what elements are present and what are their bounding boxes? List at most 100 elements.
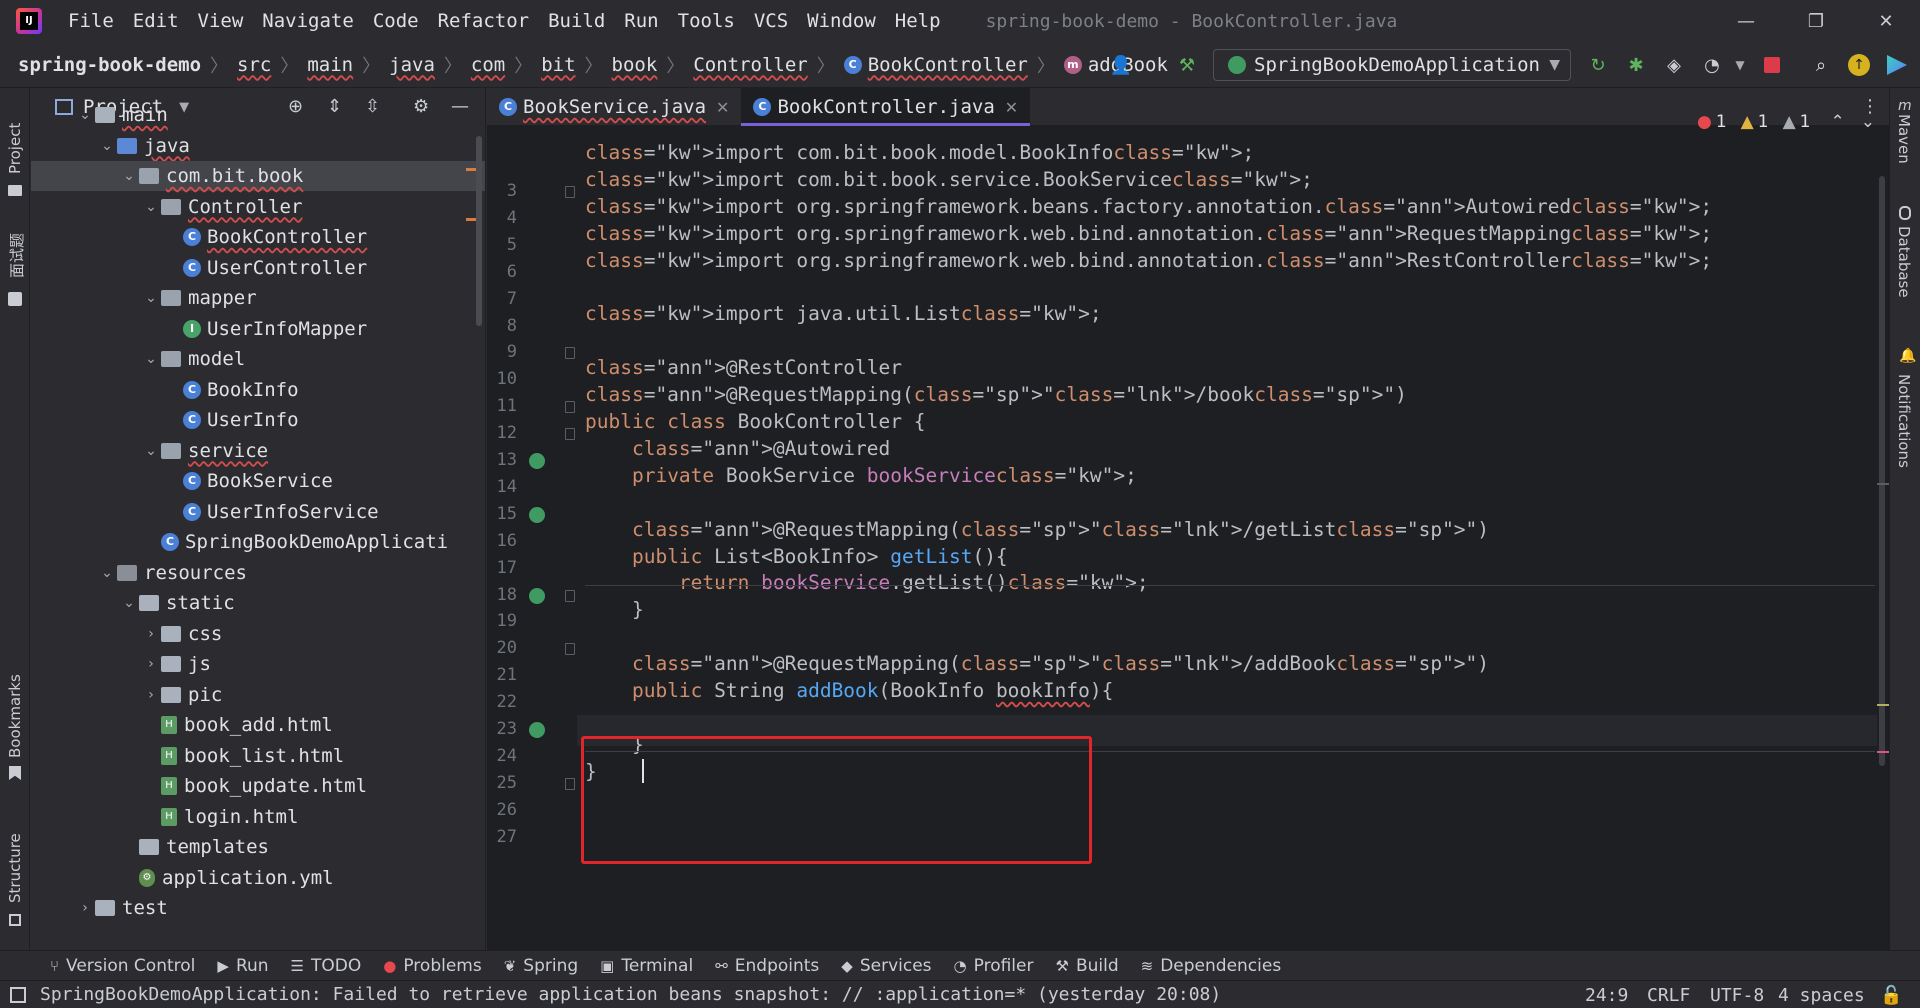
menu-build[interactable]: Build bbox=[548, 10, 605, 32]
tree-item[interactable]: ⌄ mapper bbox=[31, 283, 485, 313]
update-icon[interactable]: ↑ bbox=[1846, 52, 1872, 78]
plugin-icon[interactable] bbox=[1884, 52, 1910, 78]
fold-marker-icon[interactable] bbox=[565, 347, 575, 360]
caret-position[interactable]: 24:9 bbox=[1585, 985, 1628, 1006]
code-line[interactable]: } bbox=[585, 598, 644, 621]
tree-item[interactable]: ⚙ application.yml bbox=[31, 863, 485, 893]
code-line[interactable]: class="kw">import java.util.Listclass="k… bbox=[585, 302, 1102, 325]
menu-refactor[interactable]: Refactor bbox=[438, 10, 530, 32]
tree-item[interactable]: ⌄ main bbox=[31, 100, 485, 130]
close-icon[interactable]: ✕ bbox=[1005, 98, 1018, 117]
fold-marker-icon[interactable] bbox=[565, 589, 575, 602]
bookmarks-tool-button[interactable]: Bookmarks bbox=[6, 674, 24, 758]
stop-icon[interactable] bbox=[1759, 52, 1785, 78]
tree-item[interactable]: › pic bbox=[31, 680, 485, 710]
tree-item[interactable]: Hbook_update.html bbox=[31, 771, 485, 801]
tree-item[interactable]: C UserInfoService bbox=[31, 497, 485, 527]
fold-marker-icon[interactable] bbox=[565, 428, 575, 441]
user-icon[interactable]: 👤 bbox=[1108, 52, 1134, 78]
tree-item[interactable]: ⌄ Controller bbox=[31, 192, 485, 222]
fold-marker-icon[interactable] bbox=[565, 643, 575, 656]
menu-run[interactable]: Run bbox=[624, 10, 658, 32]
tree-item[interactable]: templates bbox=[31, 832, 485, 862]
menu-view[interactable]: View bbox=[198, 10, 244, 32]
chevron-down-icon[interactable]: ⌄ bbox=[141, 199, 161, 215]
code-line[interactable]: class="kw">import org.springframework.we… bbox=[585, 249, 1712, 272]
code-line[interactable]: class="ann">@Autowired bbox=[585, 437, 890, 460]
lock-icon[interactable]: 🔓 bbox=[1880, 985, 1902, 1006]
chevron-down-icon[interactable]: ⌄ bbox=[1861, 112, 1875, 132]
chevron-down-icon[interactable]: ⌄ bbox=[119, 595, 139, 611]
chevron-down-icon[interactable]: ⌄ bbox=[75, 107, 95, 123]
scrollbar-thumb[interactable] bbox=[1879, 176, 1885, 766]
close-icon[interactable]: ✕ bbox=[716, 98, 729, 117]
maven-tool-button[interactable]: Maven bbox=[1895, 114, 1913, 164]
code-line[interactable]: class="ann">@RequestMapping(class="sp">"… bbox=[585, 383, 1407, 406]
tree-item[interactable]: C SpringBookDemoApplicati bbox=[31, 527, 485, 557]
tool-endpoints[interactable]: ⚯ Endpoints bbox=[715, 956, 819, 976]
hammer-icon[interactable]: ⚒ bbox=[1174, 52, 1200, 78]
code-line[interactable]: class="ann">@RequestMapping(class="sp">"… bbox=[585, 518, 1489, 541]
breadcrumb-src[interactable]: src bbox=[237, 54, 271, 76]
tool-profiler[interactable]: ◔ Profiler bbox=[954, 956, 1034, 976]
chevron-down-icon[interactable]: ⌄ bbox=[141, 351, 161, 367]
tree-item[interactable]: › js bbox=[31, 649, 485, 679]
tree-item[interactable]: Hlogin.html bbox=[31, 802, 485, 832]
tool-problems[interactable]: ● Problems bbox=[383, 956, 481, 976]
tool-terminal[interactable]: ▣ Terminal bbox=[600, 956, 693, 976]
chevron-down-icon[interactable]: ⌄ bbox=[97, 565, 117, 581]
tree-item[interactable]: I UserInfoMapper bbox=[31, 314, 485, 344]
breadcrumb-bit[interactable]: bit bbox=[541, 54, 575, 76]
menu-navigate[interactable]: Navigate bbox=[262, 10, 354, 32]
tree-item[interactable]: C BookController bbox=[31, 222, 485, 252]
fold-marker-icon[interactable] bbox=[565, 186, 575, 198]
code-line[interactable]: class="ann">@RestController bbox=[585, 356, 902, 379]
chevron-down-icon[interactable]: ⌄ bbox=[141, 443, 161, 459]
inspection-widget[interactable]: ● 1 ▲ 1 ▲ 1 ⌃ ⌄ bbox=[1697, 112, 1875, 132]
code-line[interactable]: class="kw">import org.springframework.be… bbox=[585, 195, 1712, 218]
menu-file[interactable]: File bbox=[68, 10, 114, 32]
structure-tool-button[interactable]: Structure bbox=[6, 833, 24, 903]
tool-version-control[interactable]: ⑂ Version Control bbox=[50, 956, 195, 976]
code-line[interactable]: return bookService.getList()class="kw">; bbox=[585, 571, 1149, 594]
tree-item[interactable]: C UserController bbox=[31, 253, 485, 283]
tree-item[interactable]: ⌄ resources bbox=[31, 558, 485, 588]
run-configuration-select[interactable]: SpringBookDemoApplication ▼ bbox=[1213, 49, 1571, 81]
file-encoding[interactable]: UTF-8 bbox=[1710, 985, 1764, 1006]
tree-item[interactable]: ⌄ service bbox=[31, 436, 485, 466]
chevron-down-icon[interactable]: ▼ bbox=[1727, 52, 1753, 78]
notifications-tool-button[interactable]: Notifications bbox=[1895, 374, 1913, 468]
spring-bean-icon[interactable] bbox=[527, 720, 547, 740]
tree-item[interactable]: C UserInfo bbox=[31, 405, 485, 435]
line-separator[interactable]: CRLF bbox=[1647, 985, 1690, 1006]
tool-run[interactable]: ▶ Run bbox=[217, 956, 268, 976]
code-line[interactable]: public class BookController { bbox=[585, 410, 926, 433]
indent-setting[interactable]: 4 spaces bbox=[1778, 985, 1865, 1006]
menu-window[interactable]: Window bbox=[807, 10, 876, 32]
breadcrumb-main[interactable]: main bbox=[307, 54, 353, 76]
cn-tool-button[interactable]: 面试题 bbox=[6, 233, 27, 278]
toggle-tool-windows-icon[interactable] bbox=[10, 987, 26, 1003]
spring-bean-icon[interactable] bbox=[527, 504, 547, 525]
chevron-down-icon[interactable]: ⌄ bbox=[97, 138, 117, 154]
code-line[interactable]: public String addBook(BookInfo bookInfo)… bbox=[585, 679, 1113, 702]
menu-help[interactable]: Help bbox=[895, 10, 941, 32]
project-tool-button[interactable]: Project bbox=[6, 123, 24, 174]
breadcrumb-com[interactable]: com bbox=[471, 54, 505, 76]
tree-item[interactable]: › css bbox=[31, 619, 485, 649]
tab-bookcontroller[interactable]: C BookController.java ✕ bbox=[741, 88, 1031, 126]
debug-icon[interactable]: ✱ bbox=[1623, 52, 1649, 78]
code-line[interactable]: public List<BookInfo> getList(){ bbox=[585, 545, 1008, 568]
tool-todo[interactable]: ☰ TODO bbox=[291, 956, 362, 976]
chevron-right-icon[interactable]: › bbox=[75, 900, 95, 916]
menu-code[interactable]: Code bbox=[373, 10, 419, 32]
code-line[interactable]: class="ann">@RequestMapping(class="sp">"… bbox=[585, 652, 1489, 675]
tree-item[interactable]: C BookInfo bbox=[31, 375, 485, 405]
spring-bean-icon[interactable] bbox=[527, 585, 547, 606]
fold-marker-icon[interactable] bbox=[565, 777, 575, 790]
chevron-right-icon[interactable]: › bbox=[141, 687, 161, 703]
code-line[interactable]: class="kw">import org.springframework.we… bbox=[585, 222, 1712, 245]
chevron-down-icon[interactable]: ⌄ bbox=[119, 168, 139, 184]
code-line[interactable]: class="kw">import com.bit.book.service.B… bbox=[585, 168, 1313, 191]
tree-item[interactable]: C BookService bbox=[31, 466, 485, 496]
